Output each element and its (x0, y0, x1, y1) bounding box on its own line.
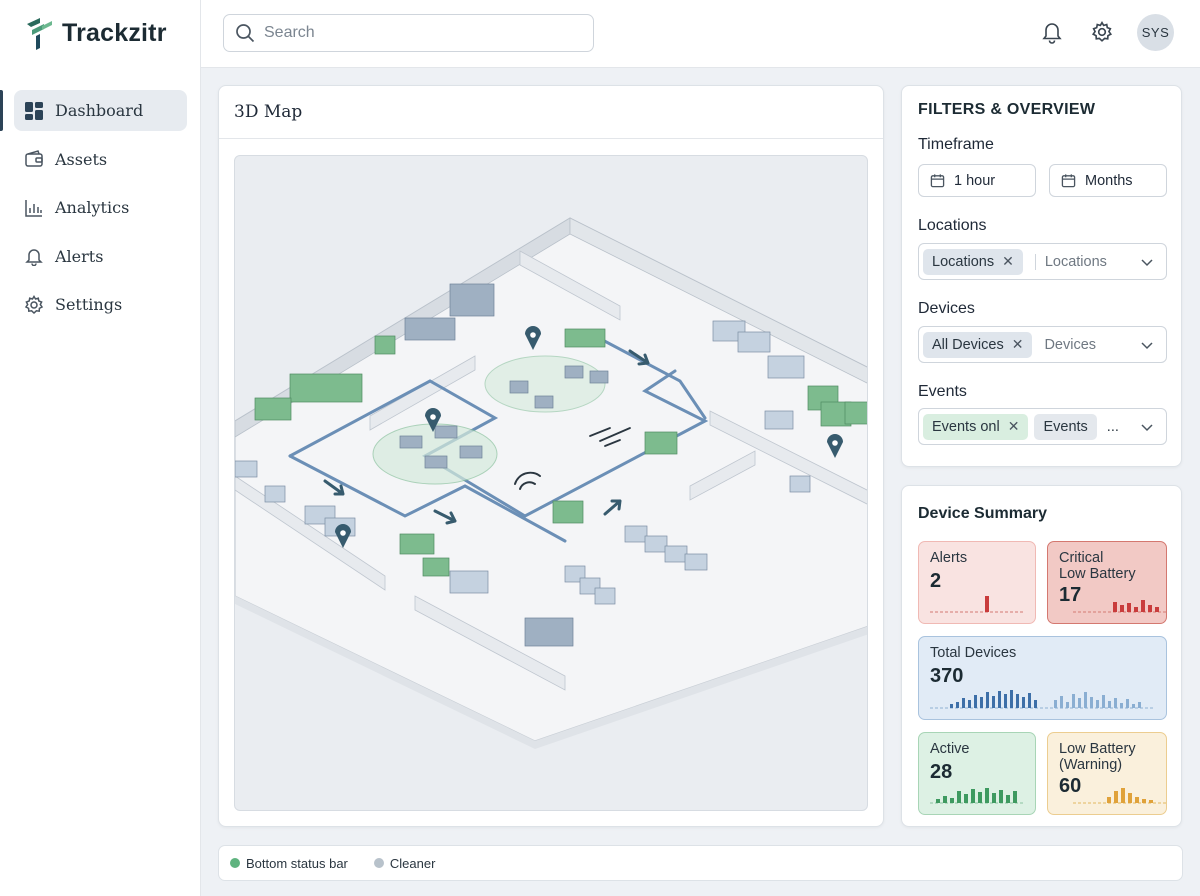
notifications-bell-icon[interactable] (1040, 20, 1064, 44)
warehouse-3d-map[interactable] (234, 155, 868, 811)
warning-sparkline (1073, 788, 1167, 804)
sidebar: Trackzitr Dashboard Assets Analytics Ale… (0, 0, 201, 896)
settings-gear-icon[interactable] (1090, 20, 1114, 44)
map-title: 3D Map (234, 102, 303, 122)
sidebar-item-label: Settings (55, 295, 123, 314)
filters-overview-panel: FILTERS & OVERVIEW Timeframe 1 hour Mont… (901, 85, 1182, 467)
timeframe-1-hour-button[interactable]: 1 hour (918, 164, 1036, 197)
map-panel: 3D Map (218, 85, 884, 827)
status-legend-item: Bottom status bar (230, 856, 348, 871)
logo-icon (27, 18, 52, 50)
status-legend-label: Bottom status bar (246, 855, 348, 871)
card-value: 28 (930, 761, 953, 783)
chevron-down-icon (1141, 342, 1153, 350)
bar-chart-icon (24, 198, 44, 218)
green-dot-icon (230, 858, 240, 868)
sidebar-item-settings[interactable]: Settings (14, 284, 187, 325)
card-label: Critical (1059, 550, 1104, 566)
card-label: Low Battery (1059, 566, 1136, 582)
app-name: Trackzitr (62, 18, 167, 47)
wallet-icon (24, 149, 44, 169)
total-devices-sparkline (930, 690, 1154, 709)
active-sparkline (930, 788, 1024, 804)
gear-icon (24, 294, 44, 315)
calendar-icon (930, 174, 945, 188)
sidebar-item-dashboard[interactable]: Dashboard (0, 90, 187, 131)
bottom-status-bar: Bottom status bar Cleaner (218, 845, 1183, 881)
events-chip[interactable]: Events (1034, 413, 1097, 440)
calendar-icon (1061, 174, 1076, 188)
chip-label: Events (1043, 418, 1088, 435)
timeframe-label: Timeframe (918, 136, 994, 153)
divider (219, 138, 883, 139)
alerts-sparkline (930, 596, 1024, 613)
chip-label: Events onl (932, 418, 1000, 435)
devices-placeholder: Devices (1044, 336, 1097, 353)
sidebar-item-analytics[interactable]: Analytics (14, 187, 187, 228)
card-label: Alerts (930, 550, 968, 566)
sidebar-item-label: Alerts (55, 246, 104, 266)
search-box[interactable] (223, 14, 594, 52)
summary-title: Device Summary (918, 505, 1047, 522)
search-icon (236, 24, 255, 43)
bell-icon (24, 246, 44, 266)
active-card[interactable]: Active 28 (918, 732, 1036, 815)
locations-chip[interactable]: Locations ✕ (923, 248, 1023, 275)
locations-label: Locations (918, 217, 987, 234)
locations-select[interactable]: Locations ✕ Locations (918, 243, 1167, 280)
low-battery-warning-card[interactable]: Low Battery (Warning) 60 (1047, 732, 1167, 815)
brand[interactable]: Trackzitr (24, 16, 167, 50)
sidebar-item-label: Assets (55, 149, 108, 169)
events-select[interactable]: Events onl ✕ Events ... (918, 408, 1167, 445)
events-label: Events (918, 383, 967, 400)
events-chip[interactable]: Events onl ✕ (923, 413, 1029, 440)
alerts-card[interactable]: Alerts 2 (918, 541, 1036, 624)
chevron-down-icon (1141, 259, 1153, 267)
overflow-indicator: ... (1106, 418, 1119, 435)
card-value: 370 (930, 665, 964, 687)
sidebar-item-assets[interactable]: Assets (14, 139, 187, 180)
filters-title: FILTERS & OVERVIEW (918, 101, 1096, 118)
avatar[interactable]: SYS (1137, 14, 1174, 51)
top-header: SYS (201, 0, 1200, 68)
devices-chip[interactable]: All Devices ✕ (923, 331, 1033, 358)
card-label: Low Battery (1059, 741, 1136, 757)
chevron-down-icon (1141, 424, 1153, 432)
close-icon[interactable]: ✕ (1012, 336, 1024, 353)
total-devices-card[interactable]: Total Devices 370 (918, 636, 1167, 720)
timeframe-option-label: 1 hour (954, 172, 996, 189)
timeframe-months-button[interactable]: Months (1049, 164, 1167, 197)
close-icon[interactable]: ✕ (1002, 253, 1014, 270)
status-legend-label: Cleaner (389, 855, 436, 871)
chip-label: All Devices (932, 336, 1004, 353)
critical-sparkline (1073, 600, 1167, 613)
divider (1034, 253, 1036, 270)
warehouse-map-illustration (235, 217, 867, 749)
sidebar-item-alerts[interactable]: Alerts (14, 236, 187, 277)
gray-dot-icon (373, 858, 384, 868)
chip-label: Locations (932, 253, 995, 270)
search-input[interactable] (264, 24, 564, 42)
sidebar-item-label: Analytics (55, 198, 130, 217)
dashboard-icon (24, 101, 44, 121)
card-label: Total Devices (930, 645, 1017, 661)
devices-select[interactable]: All Devices ✕ Devices (918, 326, 1167, 363)
timeframe-option-label: Months (1085, 172, 1133, 189)
card-label: Active (930, 741, 970, 757)
critical-low-battery-card[interactable]: Critical Low Battery 17 (1047, 541, 1167, 624)
sidebar-nav: Dashboard Assets Analytics Alerts Settin… (0, 90, 201, 333)
card-value: 2 (930, 570, 942, 592)
status-legend-item: Cleaner (373, 855, 436, 871)
card-label: (Warning) (1059, 757, 1123, 773)
device-summary-panel: Device Summary Alerts 2 Critical Low Bat… (901, 485, 1182, 827)
devices-label: Devices (918, 300, 975, 317)
locations-placeholder: Locations (1044, 253, 1107, 270)
sidebar-item-label: Dashboard (55, 101, 144, 120)
close-icon[interactable]: ✕ (1008, 418, 1020, 435)
